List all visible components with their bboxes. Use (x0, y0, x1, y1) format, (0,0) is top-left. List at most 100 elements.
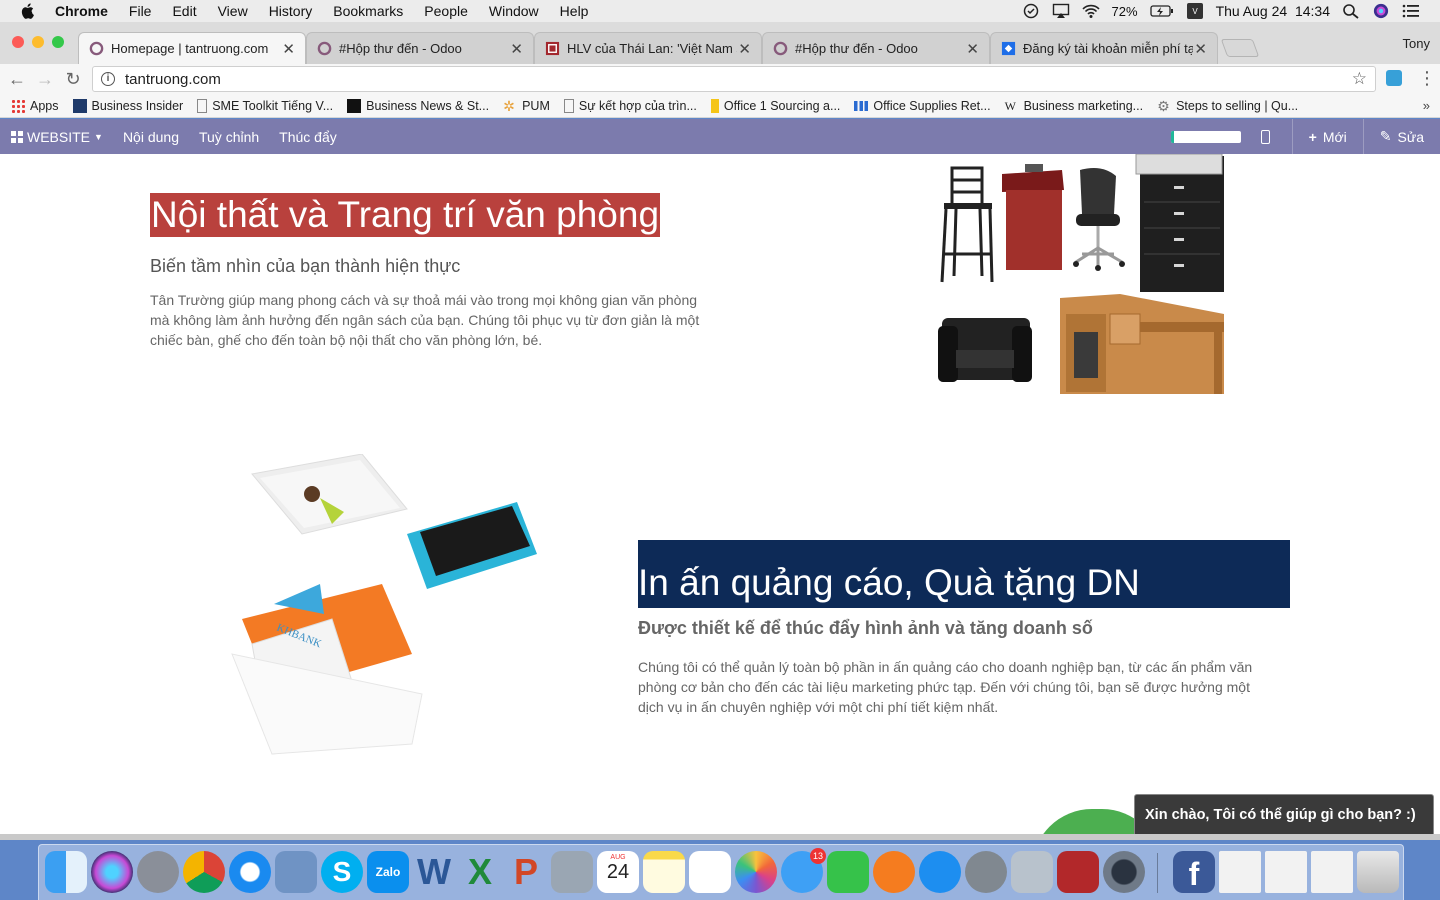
menu-view[interactable]: View (218, 3, 248, 19)
safari-icon[interactable] (229, 851, 271, 893)
new-page-button[interactable]: + Mới (1293, 119, 1363, 154)
extension-icon[interactable] (1386, 70, 1402, 86)
word-icon[interactable]: W (413, 851, 455, 893)
launchpad-icon[interactable] (137, 851, 179, 893)
reminders-icon[interactable] (689, 851, 731, 893)
minimized-window-icon[interactable] (1219, 851, 1261, 893)
time-machine-icon[interactable] (1022, 3, 1040, 19)
tab-news[interactable]: HLV của Thái Lan: 'Việt Nam sẽ ✕ (534, 32, 762, 64)
window-zoom-button[interactable] (52, 36, 64, 48)
trash-icon[interactable] (1357, 851, 1399, 893)
grid-icon (11, 130, 23, 143)
zalo-icon[interactable]: Zalo (367, 851, 409, 893)
battery-percent: 72% (1111, 3, 1138, 19)
minimized-excel-window-icon[interactable] (1265, 851, 1307, 893)
bookmark-business-marketing[interactable]: W Business marketing... (1005, 99, 1144, 113)
menu-window[interactable]: Window (489, 3, 539, 19)
reload-icon[interactable]: ↻ (62, 68, 84, 90)
address-bar[interactable]: i tantruong.com ☆ (92, 66, 1376, 92)
photo-booth-icon[interactable] (1057, 851, 1099, 893)
notification-center-icon[interactable] (1402, 3, 1420, 19)
calendar-month: AUG (610, 854, 626, 861)
mobile-preview-icon[interactable] (1260, 129, 1270, 144)
tab-close-icon[interactable]: ✕ (966, 40, 979, 58)
siri-icon[interactable] (1372, 3, 1390, 19)
spotlight-search-icon[interactable] (1342, 3, 1360, 19)
notes-icon[interactable] (643, 851, 685, 893)
excel-icon[interactable]: X (459, 851, 501, 893)
zalo-label: Zalo (375, 865, 401, 879)
bookmark-office-supplies[interactable]: Office Supplies Ret... (854, 99, 991, 113)
image-capture-icon[interactable] (551, 851, 593, 893)
clock-datetime[interactable]: Thu Aug 24 14:34 (1216, 3, 1330, 19)
menu-edit[interactable]: Edit (172, 3, 196, 19)
tab-odoo-inbox-2[interactable]: #Hộp thư đến - Odoo ✕ (762, 32, 990, 64)
bookmark-sme-toolkit[interactable]: SME Toolkit Tiếng V... (197, 98, 334, 113)
preview-icon[interactable] (275, 851, 317, 893)
finder-icon[interactable] (45, 851, 87, 893)
chrome-icon[interactable] (183, 851, 225, 893)
bookmark-business-insider[interactable]: Business Insider (72, 98, 183, 113)
siri-icon[interactable] (91, 851, 133, 893)
menu-file[interactable]: File (129, 3, 152, 19)
input-vietnamese-icon[interactable]: V (1186, 3, 1204, 19)
bookmark-label: Steps to selling | Qu... (1176, 98, 1299, 113)
back-arrow-icon[interactable]: ← (6, 68, 28, 90)
menu-bookmarks[interactable]: Bookmarks (333, 3, 403, 19)
photos-icon[interactable] (735, 851, 777, 893)
bookmark-office1[interactable]: Office 1 Sourcing a... (710, 98, 840, 113)
facetime-icon[interactable] (827, 851, 869, 893)
content-menu-button[interactable]: Nội dung (123, 129, 179, 145)
customize-menu-button[interactable]: Tuỳ chỉnh (199, 129, 259, 145)
dock-separator (1157, 853, 1158, 893)
bookmark-business-news[interactable]: Business News & St... (347, 98, 489, 113)
menu-history[interactable]: History (269, 3, 313, 19)
bookmark-label: SME Toolkit Tiếng V... (212, 98, 334, 113)
tab-odoo-inbox[interactable]: #Hộp thư đến - Odoo ✕ (306, 32, 534, 64)
ibooks-icon[interactable] (873, 851, 915, 893)
entrepreneur-icon (347, 98, 362, 113)
minimized-zalo-window-icon[interactable] (1311, 851, 1353, 893)
tab-close-icon[interactable]: ✕ (282, 40, 295, 58)
tab-register[interactable]: Đăng ký tài khoản miễn phí tại ✕ (990, 32, 1218, 64)
forward-arrow-icon[interactable]: → (34, 68, 56, 90)
window-close-button[interactable] (12, 36, 24, 48)
screenshot-icon[interactable] (1103, 851, 1145, 893)
powerpoint-icon[interactable]: P (505, 851, 547, 893)
menu-help[interactable]: Help (560, 3, 589, 19)
apple-logo-icon[interactable] (19, 2, 37, 20)
bookmark-pum[interactable]: ✲ PUM (503, 99, 550, 113)
app-store-icon[interactable] (919, 851, 961, 893)
bookmark-steps-selling[interactable]: ⚙ Steps to selling | Qu... (1157, 99, 1298, 113)
edit-page-button[interactable]: ✎ Sửa (1364, 119, 1440, 154)
site-info-icon[interactable]: i (101, 72, 115, 86)
menu-people[interactable]: People (424, 3, 468, 19)
tab-close-icon[interactable]: ✕ (738, 40, 751, 58)
live-chat-greeting-button[interactable]: Xin chào, Tôi có thể giúp gì cho bạn? :) (1134, 794, 1434, 836)
calendar-icon[interactable]: AUG 24 (597, 851, 639, 893)
tab-close-icon[interactable]: ✕ (510, 40, 523, 58)
tab-homepage[interactable]: Homepage | tantruong.com ✕ (78, 32, 306, 64)
skype-icon[interactable]: S (321, 851, 363, 893)
bookmark-apps[interactable]: Apps (11, 98, 59, 113)
window-minimize-button[interactable] (32, 36, 44, 48)
network-utility-icon[interactable] (1011, 851, 1053, 893)
airplay-icon[interactable] (1052, 3, 1070, 19)
chrome-menu-icon[interactable]: ⋮ (1418, 68, 1436, 89)
battery-charging-icon[interactable] (1149, 3, 1174, 19)
bookmark-star-icon[interactable]: ☆ (1352, 69, 1367, 89)
new-tab-button[interactable] (1220, 39, 1260, 57)
wifi-icon[interactable] (1081, 3, 1100, 19)
system-preferences-icon[interactable] (965, 851, 1007, 893)
website-menu-button[interactable]: WEBSITE ▼ (11, 129, 103, 145)
tab-title: Đăng ký tài khoản miễn phí tại (1023, 41, 1193, 56)
bookmark-su-ket-hop[interactable]: Sự kết hợp của trìn... (563, 98, 697, 113)
facebook-icon[interactable]: f (1173, 851, 1215, 893)
promote-menu-button[interactable]: Thúc đẩy (279, 129, 337, 145)
bookmarks-bar: Apps Business Insider SME Toolkit Tiếng … (0, 94, 1440, 118)
profile-name[interactable]: Tony (1403, 36, 1430, 51)
messages-icon[interactable]: 13 (781, 848, 826, 893)
menu-app-name[interactable]: Chrome (55, 3, 108, 19)
tab-close-icon[interactable]: ✕ (1194, 40, 1207, 58)
more-bookmarks-chevron-icon[interactable]: » (1423, 98, 1430, 113)
